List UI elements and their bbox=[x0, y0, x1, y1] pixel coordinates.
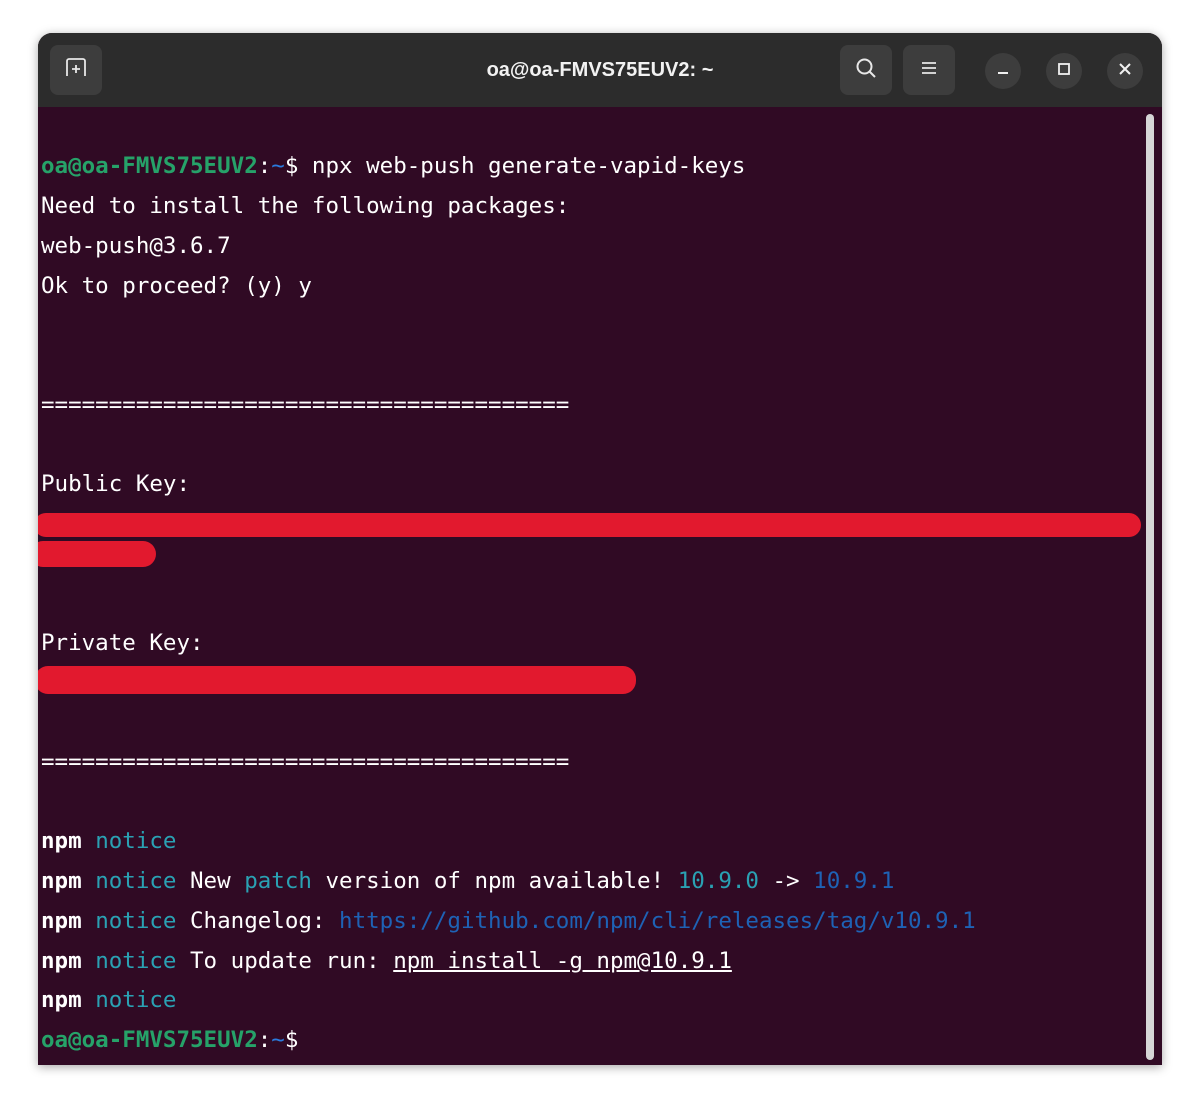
new-tab-icon bbox=[64, 56, 88, 85]
prompt-user: oa@oa-FMVS75EUV2 bbox=[41, 153, 258, 179]
need-install-line: Need to install the following packages: bbox=[41, 193, 570, 219]
prompt-path: ~ bbox=[271, 1027, 285, 1053]
prompt-symbol: $ bbox=[284, 1027, 299, 1053]
separator-line: ======================================= bbox=[41, 392, 570, 418]
terminal-window: oa@oa-FMVS75EUV2: ~ oa@oa-FMVS75EUV2:~$ … bbox=[38, 33, 1162, 1065]
old-version: 10.9.0 bbox=[677, 868, 759, 894]
prompt-symbol: $ bbox=[284, 153, 299, 179]
notice-tag: notice bbox=[95, 987, 177, 1013]
maximize-button[interactable] bbox=[1046, 53, 1082, 89]
changelog-link[interactable]: https://github.com/npm/cli/releases/tag/… bbox=[339, 908, 976, 934]
close-button[interactable] bbox=[1107, 53, 1143, 89]
public-key-redaction bbox=[38, 513, 1141, 537]
new-label: New bbox=[176, 868, 245, 894]
npm-prefix: npm bbox=[41, 908, 82, 934]
notice-tag: notice bbox=[95, 828, 177, 854]
terminal-output[interactable]: oa@oa-FMVS75EUV2:~$ npx web-push generat… bbox=[38, 107, 1162, 1065]
menu-button[interactable] bbox=[903, 45, 955, 95]
update-label: To update run: bbox=[176, 948, 394, 974]
private-key-label: Private Key: bbox=[41, 630, 204, 656]
scrollbar[interactable] bbox=[1146, 114, 1154, 1060]
npm-notice-line: npm notice To update run: npm install -g… bbox=[41, 946, 732, 976]
prompt-colon: : bbox=[257, 1027, 272, 1053]
prompt-line: oa@oa-FMVS75EUV2:~$ npx web-push generat… bbox=[41, 151, 745, 181]
changelog-label: Changelog: bbox=[176, 908, 340, 934]
command-text: npx web-push generate-vapid-keys bbox=[298, 153, 746, 179]
notice-tag: notice bbox=[95, 868, 177, 894]
update-command: npm install -g npm@10.9.1 bbox=[393, 948, 732, 974]
new-tab-button[interactable] bbox=[50, 45, 102, 95]
prompt-user: oa@oa-FMVS75EUV2 bbox=[41, 1027, 258, 1053]
hamburger-menu-icon bbox=[919, 58, 939, 83]
public-key-label: Public Key: bbox=[41, 471, 191, 497]
minimize-button[interactable] bbox=[985, 53, 1021, 89]
prompt-path: ~ bbox=[271, 153, 285, 179]
notice-tag: notice bbox=[95, 908, 177, 934]
npm-prefix: npm bbox=[41, 948, 82, 974]
npm-notice-line: npm notice Changelog: https://github.com… bbox=[41, 906, 976, 936]
prompt-colon: : bbox=[257, 153, 272, 179]
npm-prefix: npm bbox=[41, 828, 82, 854]
close-icon bbox=[1117, 61, 1133, 82]
npm-notice-line: npm notice bbox=[41, 826, 176, 856]
separator-line: ======================================= bbox=[41, 749, 570, 775]
private-key-redaction bbox=[38, 666, 636, 694]
search-button[interactable] bbox=[840, 45, 892, 95]
notice-tag: notice bbox=[95, 948, 177, 974]
version-text: version of npm available! bbox=[311, 868, 678, 894]
proceed-line: Ok to proceed? (y) y bbox=[41, 273, 312, 299]
package-line: web-push@3.6.7 bbox=[41, 233, 231, 259]
npm-notice-line: npm notice New patch version of npm avai… bbox=[41, 866, 894, 896]
npm-prefix: npm bbox=[41, 868, 82, 894]
search-icon bbox=[854, 56, 878, 85]
minimize-icon bbox=[995, 61, 1011, 82]
new-version: 10.9.1 bbox=[813, 868, 895, 894]
patch-label: patch bbox=[244, 868, 312, 894]
npm-notice-line: npm notice bbox=[41, 985, 176, 1015]
npm-prefix: npm bbox=[41, 987, 82, 1013]
prompt-line[interactable]: oa@oa-FMVS75EUV2:~$ bbox=[41, 1025, 298, 1055]
title-bar[interactable]: oa@oa-FMVS75EUV2: ~ bbox=[38, 33, 1162, 107]
arrow-text: -> bbox=[758, 868, 814, 894]
public-key-redaction-tail bbox=[38, 541, 156, 567]
maximize-icon bbox=[1056, 61, 1072, 82]
